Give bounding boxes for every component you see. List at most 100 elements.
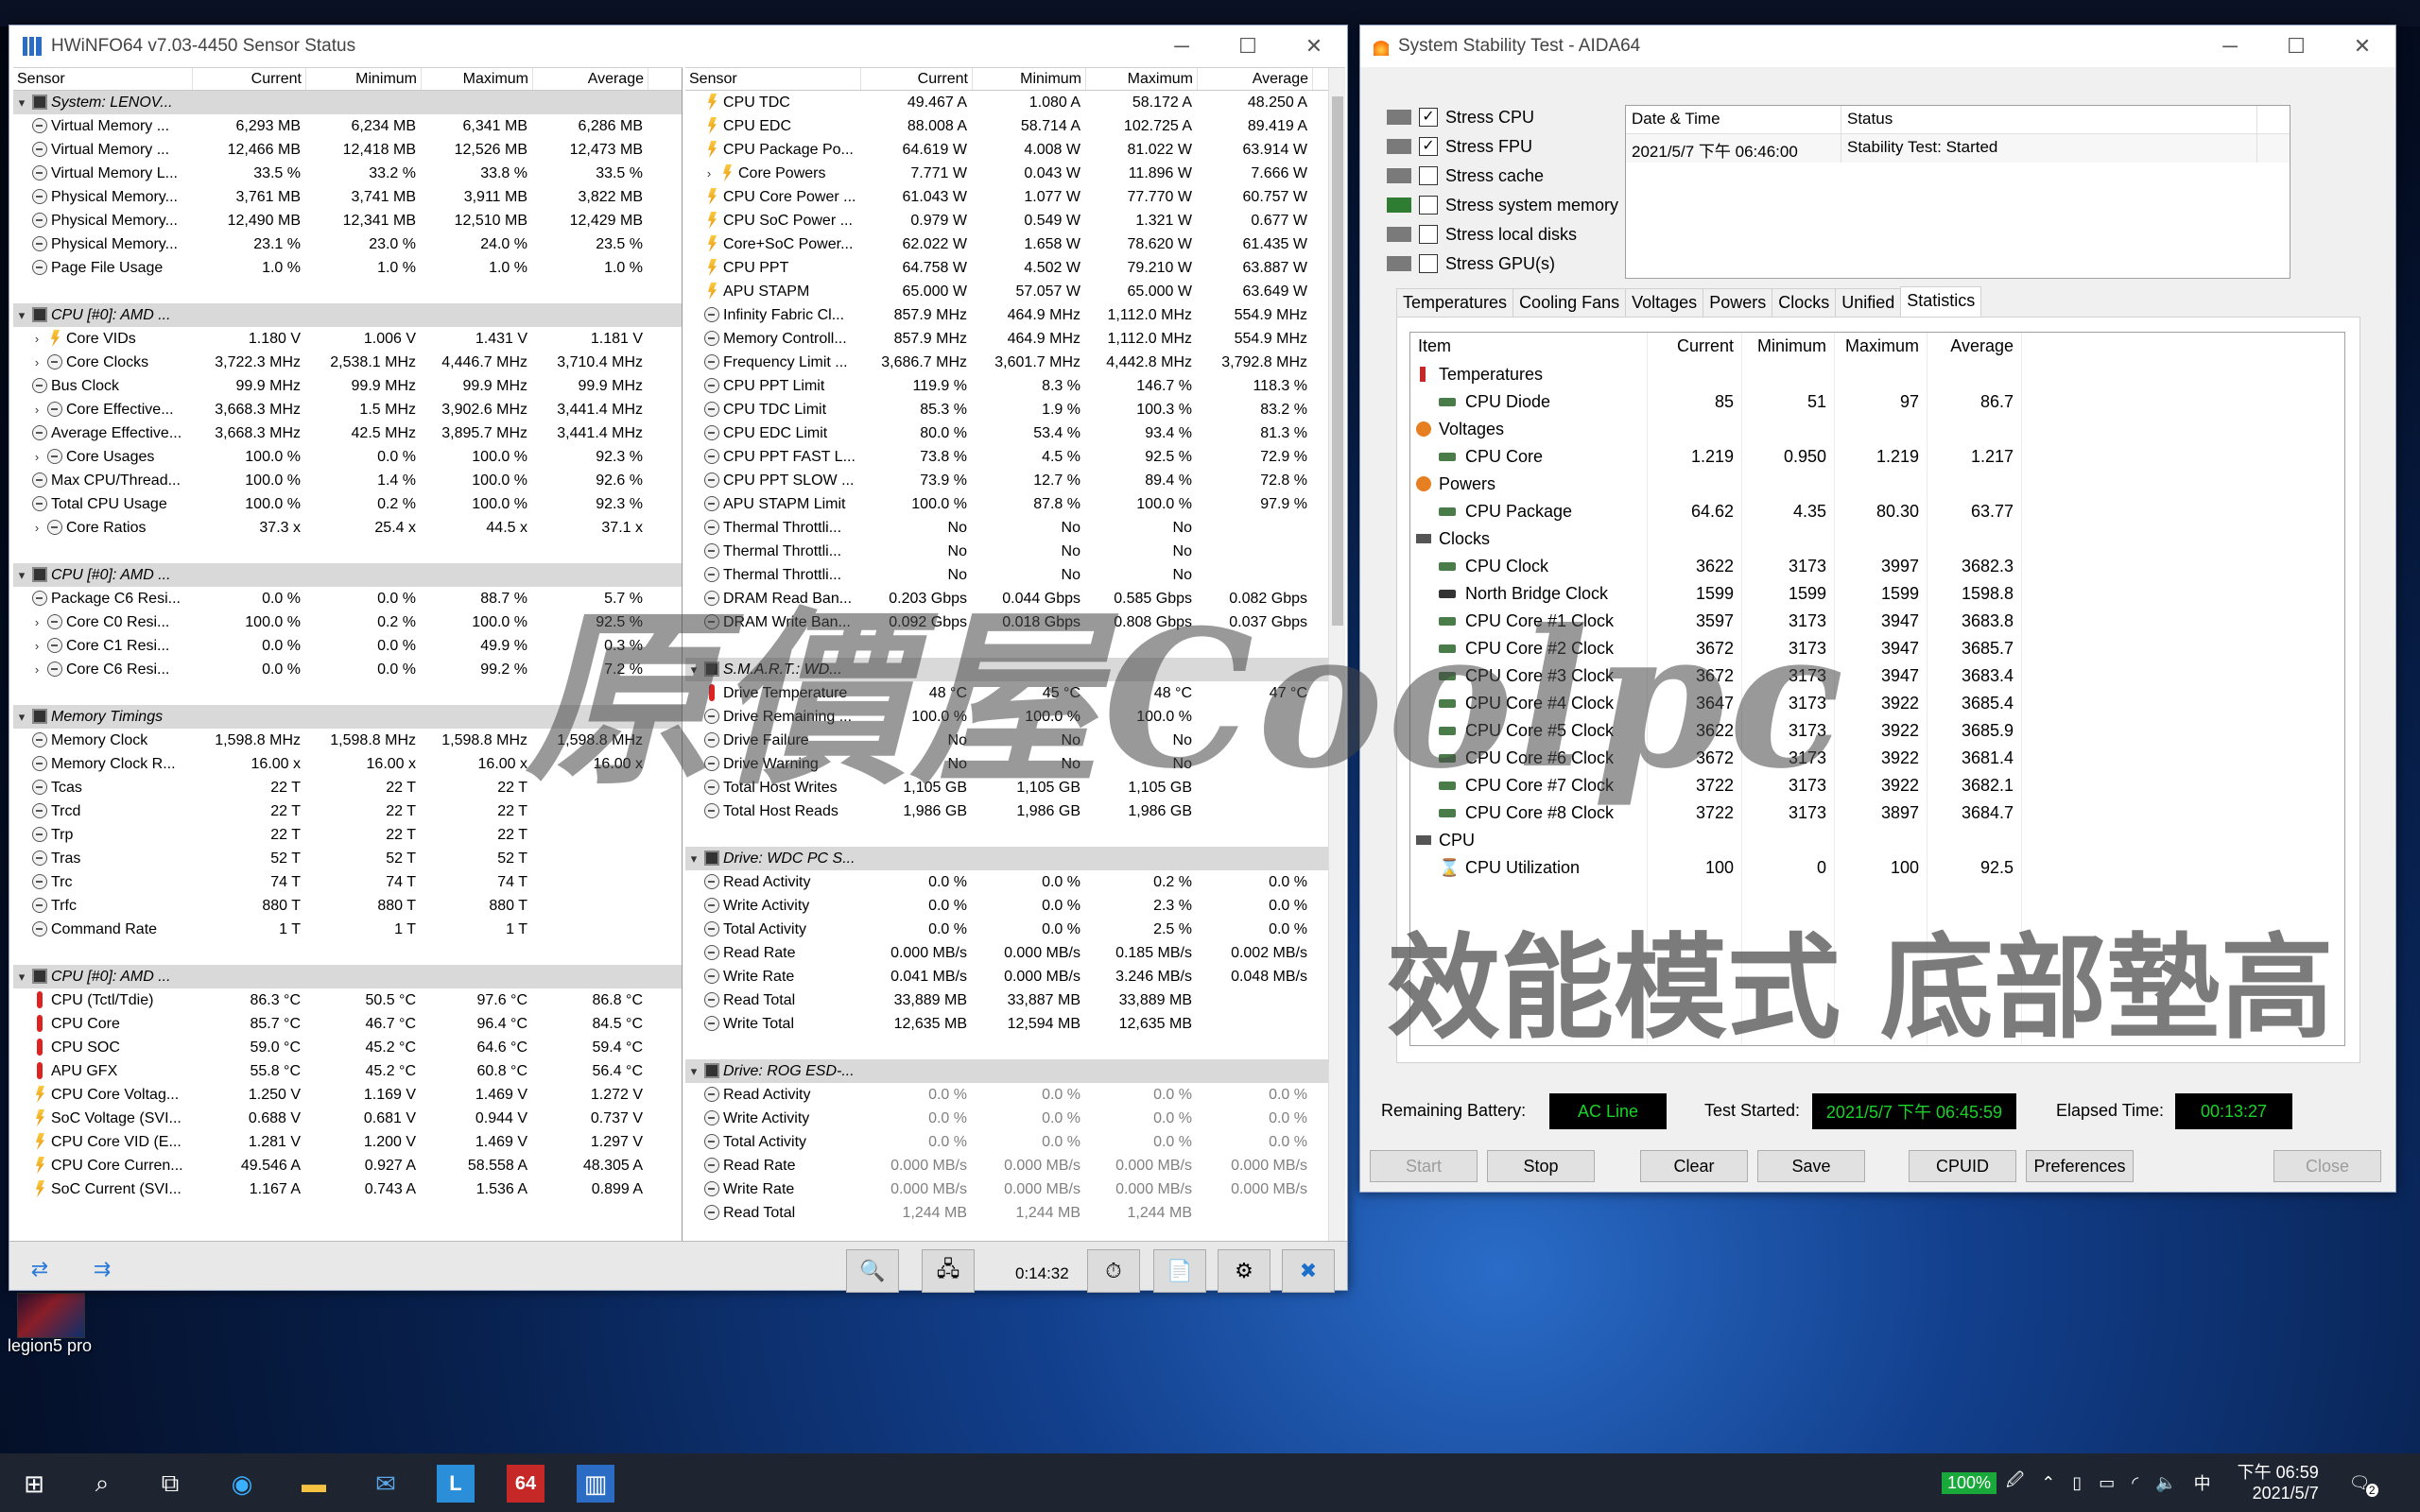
- sensor-row[interactable]: Trp 22 T 22 T 22 T: [13, 823, 682, 847]
- chevron-right-icon[interactable]: ›: [30, 398, 43, 421]
- chevron-down-icon[interactable]: ▾: [15, 705, 28, 729]
- checkbox[interactable]: [1419, 225, 1438, 244]
- sensor-row[interactable]: Trfc 880 T 880 T 880 T: [13, 894, 682, 918]
- sensor-row[interactable]: Write Activity 0.0 % 0.0 % 2.3 % 0.0 %: [685, 894, 1345, 918]
- stat-row[interactable]: ⌛ CPU Utilization 100 0 100 92.5: [1410, 854, 2344, 882]
- notification-center-icon[interactable]: 🗨 2: [2349, 1473, 2378, 1497]
- checkbox[interactable]: ✓: [1419, 108, 1438, 127]
- clock[interactable]: 下午 06:59 2021/5/7: [2238, 1462, 2319, 1503]
- checkbox[interactable]: [1419, 196, 1438, 215]
- tab-statistics[interactable]: Statistics: [1900, 286, 1982, 317]
- checkbox[interactable]: [1419, 254, 1438, 273]
- sensor-row[interactable]: Memory Controll... 857.9 MHz 464.9 MHz 1,11…: [685, 327, 1345, 351]
- column-header[interactable]: Current: [861, 68, 973, 90]
- sensor-row[interactable]: CPU EDC Limit 80.0 % 53.4 % 93.4 % 81.3 %: [685, 421, 1345, 445]
- network-sensors-icon[interactable]: 🖧: [922, 1249, 975, 1293]
- tab-cooling-fans[interactable]: Cooling Fans: [1512, 288, 1627, 317]
- stat-row[interactable]: CPU Core 1.219 0.950 1.219 1.217: [1410, 443, 2344, 471]
- battery-percentage[interactable]: 100%: [1942, 1471, 1997, 1494]
- edge-browser-icon[interactable]: ◉: [223, 1465, 261, 1503]
- cpuid-button[interactable]: CPUID: [1909, 1150, 2016, 1182]
- chevron-right-icon[interactable]: ›: [30, 658, 43, 681]
- chevron-right-icon[interactable]: ›: [30, 445, 43, 469]
- sensor-row[interactable]: Read Activity 0.0 % 0.0 % 0.2 % 0.0 %: [685, 870, 1345, 894]
- sensor-row[interactable]: Write Activity 0.0 % 0.0 % 0.0 % 0.0 %: [685, 1107, 1345, 1130]
- sensor-row[interactable]: › Core Effective... 3,668.3 MHz 1.5 MHz 3,90…: [13, 398, 682, 421]
- sensor-row[interactable]: CPU EDC 88.008 A 58.714 A 102.725 A 89.419 A: [685, 114, 1345, 138]
- chevron-down-icon[interactable]: ▾: [15, 91, 28, 114]
- sensor-row[interactable]: Physical Memory... 12,490 MB 12,341 MB 12,5…: [13, 209, 682, 232]
- close-dialog-button[interactable]: Close: [2273, 1150, 2381, 1182]
- sensor-row[interactable]: CPU Core Curren... 49.546 A 0.927 A 58.558 …: [13, 1154, 682, 1177]
- sensor-row[interactable]: CPU Core 85.7 °C 46.7 °C 96.4 °C 84.5 °C: [13, 1012, 682, 1036]
- log-file-icon[interactable]: 📄: [1153, 1249, 1206, 1293]
- stat-header[interactable]: Average: [1927, 333, 2021, 361]
- sensor-group-row[interactable]: ▾ Drive: ROG ESD-...: [685, 1059, 1345, 1083]
- sensor-row[interactable]: Frequency Limit ... 3,686.7 MHz 3,601.7 MH…: [685, 351, 1345, 374]
- chevron-down-icon[interactable]: ▾: [687, 1059, 700, 1083]
- sensor-row[interactable]: Bus Clock 99.9 MHz 99.9 MHz 99.9 MHz 99.9 MH…: [13, 374, 682, 398]
- sensor-search-icon[interactable]: 🔍: [846, 1249, 899, 1293]
- column-header[interactable]: Average: [533, 68, 648, 90]
- sensor-row[interactable]: Write Rate 0.000 MB/s 0.000 MB/s 0.000 MB/s…: [685, 1177, 1345, 1201]
- sensor-row[interactable]: Total Activity 0.0 % 0.0 % 0.0 % 0.0 %: [685, 1130, 1345, 1154]
- sensor-row[interactable]: Read Rate 0.000 MB/s 0.000 MB/s 0.000 MB/s 0…: [685, 1154, 1345, 1177]
- sensor-row[interactable]: Virtual Memory L... 33.5 % 33.2 % 33.8 % 33.…: [13, 162, 682, 185]
- hwinfo-taskbar-icon[interactable]: ▥: [577, 1465, 614, 1503]
- tab-powers[interactable]: Powers: [1703, 288, 1773, 317]
- pen-icon[interactable]: 🖉: [2006, 1469, 2024, 1497]
- sensor-row[interactable]: CPU Package Po... 64.619 W 4.008 W 81.022 W…: [685, 138, 1345, 162]
- task-view-icon[interactable]: ⧉: [151, 1465, 189, 1503]
- sensor-row[interactable]: CPU TDC Limit 85.3 % 1.9 % 100.3 % 83.2 %: [685, 398, 1345, 421]
- column-header[interactable]: Minimum: [973, 68, 1086, 90]
- sensor-row[interactable]: Read Total 33,889 MB 33,887 MB 33,889 MB: [685, 988, 1345, 1012]
- maximize-button[interactable]: ☐: [2263, 26, 2329, 67]
- stop-button[interactable]: Stop: [1487, 1150, 1595, 1182]
- stat-header[interactable]: Minimum: [1741, 333, 1834, 361]
- volume-icon[interactable]: 🔈: [2155, 1473, 2176, 1493]
- stress-option[interactable]: Stress system memory: [1387, 191, 1618, 219]
- sensor-row[interactable]: CPU Core Voltag... 1.250 V 1.169 V 1.469 V 1…: [13, 1083, 682, 1107]
- sensor-row[interactable]: CPU PPT 64.758 W 4.502 W 79.210 W 63.887 W: [685, 256, 1345, 280]
- stat-group-row[interactable]: Voltages: [1410, 416, 2344, 443]
- sensor-row[interactable]: Core+SoC Power... 62.022 W 1.658 W 78.620 W…: [685, 232, 1345, 256]
- sensor-row[interactable]: Tras 52 T 52 T 52 T: [13, 847, 682, 870]
- tab-temperatures[interactable]: Temperatures: [1396, 288, 1514, 317]
- sensor-row[interactable]: Total CPU Usage 100.0 % 0.2 % 100.0 % 92.3 %: [13, 492, 682, 516]
- chevron-right-icon[interactable]: ›: [30, 634, 43, 658]
- stat-header[interactable]: Maximum: [1834, 333, 1927, 361]
- settings-gear-icon[interactable]: ⚙: [1218, 1249, 1270, 1293]
- lenovo-vantage-icon[interactable]: L: [437, 1465, 475, 1503]
- legion5-pro-icon[interactable]: [17, 1293, 85, 1338]
- stress-option[interactable]: Stress cache: [1387, 162, 1544, 190]
- sensor-group-row[interactable]: ▾ CPU [#0]: AMD ...: [13, 965, 682, 988]
- column-header[interactable]: Maximum: [1086, 68, 1198, 90]
- sensor-row[interactable]: Virtual Memory ... 12,466 MB 12,418 MB 12,5…: [13, 138, 682, 162]
- sensor-row[interactable]: Total Activity 0.0 % 0.0 % 2.5 % 0.0 %: [685, 918, 1345, 941]
- exit-x-icon[interactable]: ✖: [1282, 1249, 1335, 1293]
- desktop-icon-label[interactable]: legion5 pro: [8, 1336, 112, 1356]
- sensor-row[interactable]: APU STAPM Limit 100.0 % 87.8 % 100.0 % 97.9 …: [685, 492, 1345, 516]
- mail-icon[interactable]: ✉: [367, 1465, 405, 1503]
- save-button[interactable]: Save: [1757, 1150, 1865, 1182]
- sensor-row[interactable]: Virtual Memory ... 6,293 MB 6,234 MB 6,341 …: [13, 114, 682, 138]
- windows-start-icon[interactable]: ⊞: [15, 1465, 53, 1503]
- tablet-icon[interactable]: ▯: [2072, 1473, 2082, 1493]
- sensor-row[interactable]: APU GFX 55.8 °C 45.2 °C 60.8 °C 56.4 °C: [13, 1059, 682, 1083]
- sensor-row[interactable]: › Core Usages 100.0 % 0.0 % 100.0 % 92.3 %: [13, 445, 682, 469]
- sensor-row[interactable]: Read Rate 0.000 MB/s 0.000 MB/s 0.185 MB/s 0…: [685, 941, 1345, 965]
- stress-option[interactable]: ✓ Stress CPU: [1387, 103, 1534, 131]
- preferences-button[interactable]: Preferences: [2026, 1150, 2134, 1182]
- column-header[interactable]: Average: [1198, 68, 1313, 90]
- stat-group-row[interactable]: CPU: [1410, 827, 2344, 854]
- sensor-row[interactable]: › Core Ratios 37.3 x 25.4 x 44.5 x 37.1 x: [13, 516, 682, 540]
- sensor-row[interactable]: › Core VIDs 1.180 V 1.006 V 1.431 V 1.181 V: [13, 327, 682, 351]
- sensor-row[interactable]: Physical Memory... 23.1 % 23.0 % 24.0 % 23.5…: [13, 232, 682, 256]
- chevron-right-icon[interactable]: ›: [30, 327, 43, 351]
- column-header[interactable]: Current: [193, 68, 306, 90]
- sensor-row[interactable]: Physical Memory... 3,761 MB 3,741 MB 3,911 …: [13, 185, 682, 209]
- stat-row[interactable]: CPU Diode 85 51 97 86.7: [1410, 388, 2344, 416]
- sensor-row[interactable]: Read Activity 0.0 % 0.0 % 0.0 % 0.0 %: [685, 1083, 1345, 1107]
- sensor-row[interactable]: Infinity Fabric Cl... 857.9 MHz 464.9 MHz 1…: [685, 303, 1345, 327]
- collapse-arrows-icon[interactable]: ⇄: [13, 1247, 66, 1291]
